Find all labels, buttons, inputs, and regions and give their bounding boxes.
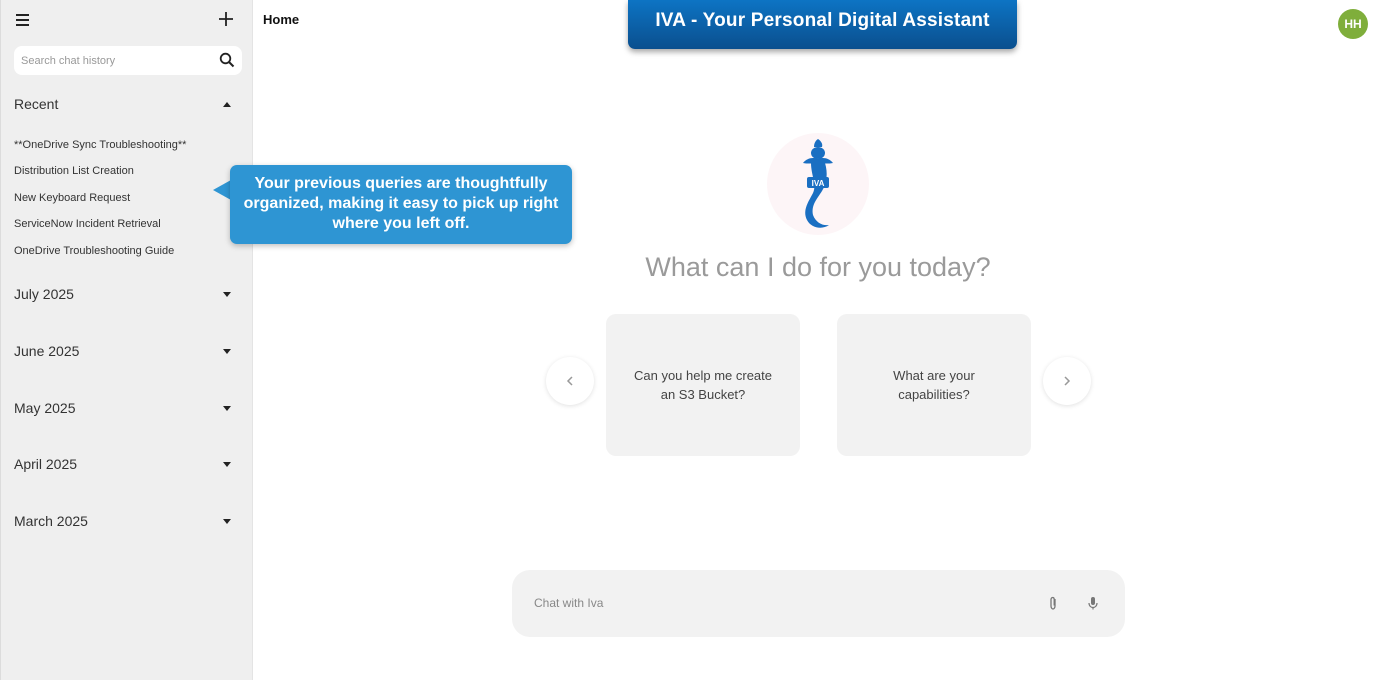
section-label: March 2025: [14, 513, 88, 529]
recent-item[interactable]: **OneDrive Sync Troubleshooting**: [14, 137, 186, 153]
search-input[interactable]: [14, 46, 214, 75]
search-icon[interactable]: [219, 52, 235, 68]
greeting-title: What can I do for you today?: [645, 252, 991, 282]
chevron-right-icon: [1064, 376, 1071, 386]
user-avatar[interactable]: HH: [1338, 9, 1368, 39]
sidebar-toolbar: [1, 0, 254, 40]
carousel-prev-button[interactable]: [546, 357, 594, 405]
caret-down-icon: [223, 292, 231, 297]
caret-up-icon: [223, 102, 231, 107]
chat-input[interactable]: [534, 590, 1014, 616]
search-box: [14, 46, 242, 75]
app-root: Recent **OneDrive Sync Troubleshooting**…: [0, 0, 1376, 680]
caret-down-icon: [223, 462, 231, 467]
section-march-2025[interactable]: March 2025: [14, 511, 239, 531]
suggestion-card[interactable]: Can you help me create an S3 Bucket?: [606, 314, 800, 456]
genie-icon: IVA: [803, 139, 833, 228]
breadcrumb-home[interactable]: Home: [263, 12, 299, 27]
paperclip-icon[interactable]: [1045, 595, 1061, 611]
section-label: June 2025: [14, 343, 80, 359]
section-label: April 2025: [14, 456, 78, 472]
callout-arrow: [213, 180, 231, 200]
section-label: Recent: [14, 96, 59, 112]
new-chat-button[interactable]: [215, 8, 237, 30]
section-recent[interactable]: Recent: [14, 94, 239, 114]
logo-text: IVA: [812, 179, 825, 188]
section-label: May 2025: [14, 400, 76, 416]
section-may-2025[interactable]: May 2025: [14, 398, 239, 418]
iva-logo: IVA: [767, 133, 869, 235]
carousel-next-button[interactable]: [1043, 357, 1091, 405]
recent-item[interactable]: ServiceNow Incident Retrieval: [14, 216, 161, 232]
caret-down-icon: [223, 349, 231, 354]
plus-icon: [219, 12, 233, 26]
recent-item[interactable]: New Keyboard Request: [14, 190, 130, 206]
app-title-banner: IVA - Your Personal Digital Assistant: [628, 0, 1017, 49]
recent-item[interactable]: OneDrive Troubleshooting Guide: [14, 243, 174, 259]
chevron-left-icon: [566, 376, 573, 386]
section-june-2025[interactable]: June 2025: [14, 341, 239, 361]
microphone-icon[interactable]: [1085, 595, 1101, 611]
section-july-2025[interactable]: July 2025: [14, 284, 239, 304]
history-callout-tooltip: Your previous queries are thoughtfully o…: [230, 165, 572, 244]
recent-item[interactable]: Distribution List Creation: [14, 163, 134, 179]
sidebar: Recent **OneDrive Sync Troubleshooting**…: [0, 0, 253, 680]
hamburger-menu-icon[interactable]: [14, 10, 34, 30]
suggestion-card[interactable]: What are your capabilities?: [837, 314, 1031, 456]
caret-down-icon: [223, 406, 231, 411]
caret-down-icon: [223, 519, 231, 524]
section-label: July 2025: [14, 286, 74, 302]
section-april-2025[interactable]: April 2025: [14, 454, 239, 474]
chat-bar: [512, 570, 1125, 637]
